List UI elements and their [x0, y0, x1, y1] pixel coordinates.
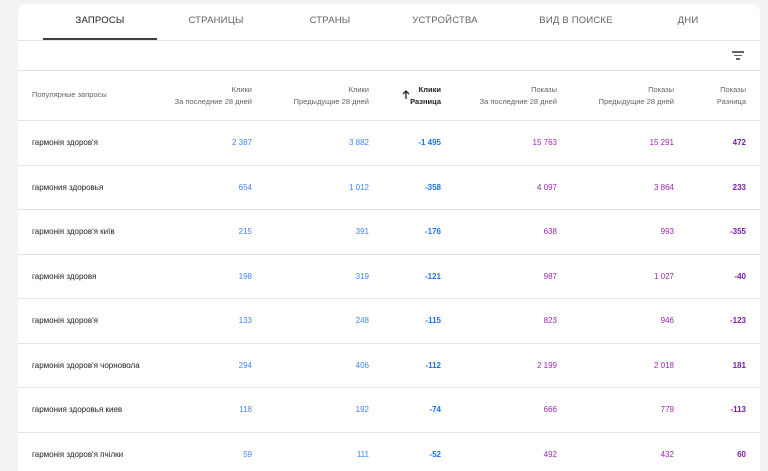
cell-cdiff: -121: [424, 271, 441, 281]
cell-iprev: 2 018: [653, 360, 674, 370]
cell-c28: 2 387: [231, 138, 252, 147]
arrow-up-icon[interactable]: [402, 90, 410, 100]
cell-i28: 666: [543, 405, 557, 414]
query-text: гармонія здоров'я пчілки: [32, 449, 124, 459]
table-row[interactable]: гармонія здоров'я пчілки 59 111 -52 492 432 60: [18, 433, 760, 471]
header-label: Популярные запросы: [32, 90, 107, 99]
table-row[interactable]: гармонія здоровя 198 319 -121 987 1 027 -40: [18, 255, 760, 299]
cell-cprev: 248: [355, 316, 369, 325]
cell-cdiff: -52: [429, 449, 441, 459]
query-text: гармонія здоров'я київ: [32, 227, 115, 236]
table-row[interactable]: гармония здоровья 654 1 012 -358 4 097 3 864 2…: [18, 166, 760, 210]
cell-i28: 2 199: [536, 360, 557, 370]
header-metric: Показы: [531, 85, 557, 94]
header-metric: Показы: [648, 85, 674, 94]
cell-c28: 118: [239, 405, 252, 414]
table-row[interactable]: гармонія здоров'я київ 215 391 -176 638 993 -3…: [18, 210, 760, 255]
cell-cprev: 391: [355, 227, 369, 236]
query-text: гармонія здоровя: [32, 271, 97, 281]
cell-cprev: 319: [355, 271, 369, 281]
header-impressions-last-28[interactable]: Показы За последние 28 дней: [480, 84, 557, 108]
cell-cdiff: -115: [425, 316, 441, 325]
cell-i28: 987: [543, 271, 557, 281]
cell-i28: 4 097: [536, 182, 557, 192]
cell-c28: 133: [238, 316, 252, 325]
cell-iprev: 779: [660, 405, 674, 414]
cell-idiff: 472: [732, 138, 746, 147]
cell-i28: 823: [543, 316, 557, 325]
cell-iprev: 3 864: [653, 182, 674, 192]
cell-cprev: 192: [355, 405, 369, 414]
cell-idiff: 181: [732, 360, 746, 370]
cell-cdiff: -112: [425, 360, 441, 370]
cell-cprev: 111: [356, 449, 369, 459]
header-clicks-last-28[interactable]: Клики За последние 28 дней: [175, 84, 252, 108]
header-metric: Клики: [418, 85, 441, 94]
cell-idiff: -113: [730, 405, 746, 414]
cell-cprev: 406: [355, 360, 369, 370]
cell-i28: 15 763: [532, 138, 557, 147]
queries-card: ЗАПРОСЫ СТРАНИЦЫ СТРАНЫ УСТРОЙСТВА ВИД В…: [18, 4, 760, 471]
header-clicks-prev-28[interactable]: Клики Предыдущие 28 дней: [294, 84, 369, 108]
tab-pages[interactable]: СТРАНИЦЫ: [160, 4, 272, 40]
query-text: гармония здоровья: [32, 182, 104, 192]
cell-i28: 492: [543, 449, 557, 459]
cell-c28: 59: [243, 449, 252, 459]
header-impressions-difference[interactable]: Показы Разница: [717, 84, 746, 108]
tab-queries[interactable]: ЗАПРОСЫ: [43, 4, 157, 40]
cell-iprev: 432: [660, 449, 674, 459]
table-body: гармонія здоров'я 2 387 3 882 -1 495 15 763 1…: [18, 121, 760, 471]
cell-cprev: 3 882: [348, 138, 369, 147]
query-text: гармония здоровья киев: [32, 405, 123, 414]
cell-idiff: 233: [732, 182, 746, 192]
cell-idiff: -123: [729, 316, 746, 325]
header-period: Предыдущие 28 дней: [598, 97, 674, 106]
cell-iprev: 15 291: [649, 138, 674, 147]
active-tab-indicator: [43, 38, 157, 40]
cell-cdiff: -358: [424, 182, 441, 192]
table-row[interactable]: гармония здоровья киев 118 192 -74 666 779 -11…: [18, 388, 760, 433]
cell-c28: 198: [238, 271, 252, 281]
header-metric: Клики: [348, 85, 369, 94]
header-metric: Показы: [720, 85, 746, 94]
query-text: гармонія здоров'я: [32, 138, 98, 147]
cell-cdiff: -176: [424, 227, 441, 236]
cell-idiff: -355: [729, 227, 746, 236]
cell-idiff: 60: [737, 449, 746, 459]
header-impressions-prev-28[interactable]: Показы Предыдущие 28 дней: [599, 84, 674, 108]
header-period: Предыдущие 28 дней: [293, 97, 369, 106]
query-text: гармонія здоров'я чорновола: [32, 360, 140, 370]
header-period: За последние 28 дней: [174, 97, 252, 106]
cell-cdiff: -1 495: [418, 138, 441, 147]
tab-dates[interactable]: ДНИ: [648, 4, 728, 40]
table-row[interactable]: гармонія здоров'я чорновола 294 406 -112 2 1…: [18, 344, 760, 388]
header-period: Разница: [716, 97, 746, 106]
table-toolbar: [18, 41, 760, 71]
cell-c28: 294: [238, 360, 252, 370]
tab-countries[interactable]: СТРАНЫ: [274, 4, 386, 40]
cell-iprev: 993: [660, 227, 674, 236]
cell-i28: 638: [543, 227, 557, 236]
tab-search-appearance[interactable]: ВИД В ПОИСКЕ: [518, 4, 634, 40]
query-text: гармонія здоров'я: [32, 316, 98, 325]
tab-bar: ЗАПРОСЫ СТРАНИЦЫ СТРАНЫ УСТРОЙСТВА ВИД В…: [18, 4, 760, 41]
cell-c28: 654: [238, 182, 252, 192]
header-period: За последние 28 дней: [479, 97, 557, 106]
tab-devices[interactable]: УСТРОЙСТВА: [388, 4, 502, 40]
cell-cprev: 1 012: [348, 182, 369, 192]
header-top-queries[interactable]: Популярные запросы: [32, 89, 107, 101]
cell-iprev: 946: [660, 316, 674, 325]
filter-list-icon[interactable]: [732, 49, 744, 61]
table-header: Популярные запросы Клики За последние 28…: [18, 71, 760, 121]
header-clicks-difference[interactable]: Клики Разница: [410, 84, 441, 108]
cell-cdiff: -74: [429, 405, 441, 414]
cell-c28: 215: [238, 227, 252, 236]
header-period: Разница: [410, 97, 441, 106]
cell-idiff: -40: [734, 271, 746, 281]
table-row[interactable]: гармонія здоров'я 133 248 -115 823 946 -123: [18, 299, 760, 344]
cell-iprev: 1 027: [653, 271, 674, 281]
table-row[interactable]: гармонія здоров'я 2 387 3 882 -1 495 15 763 1…: [18, 121, 760, 166]
header-metric: Клики: [231, 85, 252, 94]
